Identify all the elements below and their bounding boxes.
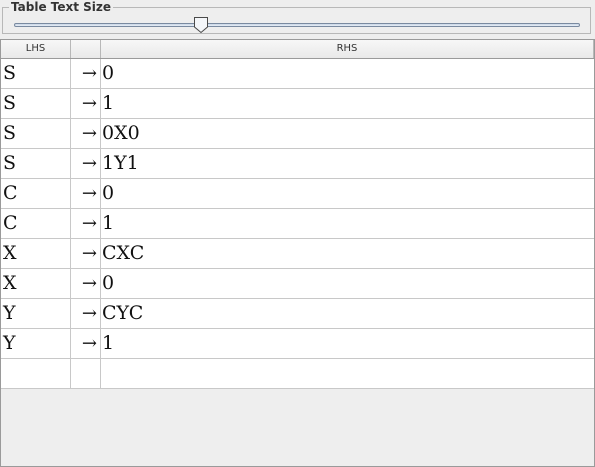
table-row[interactable]: S → 0: [1, 59, 594, 89]
table-header: LHS RHS: [1, 40, 594, 59]
text-size-slider-thumb[interactable]: [193, 16, 209, 34]
arrow-cell[interactable]: →: [71, 239, 101, 268]
table-row[interactable]: Y → CYC: [1, 299, 594, 329]
arrow-cell[interactable]: →: [71, 209, 101, 238]
arrow-cell[interactable]: [71, 359, 101, 388]
lhs-cell[interactable]: S: [1, 59, 71, 88]
lhs-cell[interactable]: S: [1, 89, 71, 118]
arrow-cell[interactable]: →: [71, 59, 101, 88]
table-row[interactable]: S → 1Y1: [1, 149, 594, 179]
rhs-cell[interactable]: CYC: [101, 299, 594, 328]
arrow-cell[interactable]: →: [71, 179, 101, 208]
table-row[interactable]: Y → 1: [1, 329, 594, 359]
lhs-cell[interactable]: C: [1, 209, 71, 238]
lhs-cell[interactable]: S: [1, 119, 71, 148]
arrow-cell[interactable]: →: [71, 329, 101, 358]
table-text-size-panel: Table Text Size: [2, 0, 591, 34]
arrow-cell[interactable]: →: [71, 269, 101, 298]
lhs-cell[interactable]: X: [1, 239, 71, 268]
lhs-cell[interactable]: Y: [1, 299, 71, 328]
column-header-rhs[interactable]: RHS: [101, 40, 594, 58]
text-size-slider-track[interactable]: [14, 23, 580, 27]
lhs-cell[interactable]: X: [1, 269, 71, 298]
rhs-cell[interactable]: 0X0: [101, 119, 594, 148]
rhs-cell[interactable]: 1: [101, 89, 594, 118]
rhs-cell[interactable]: 1Y1: [101, 149, 594, 178]
rhs-cell[interactable]: 0: [101, 269, 594, 298]
rhs-cell[interactable]: 0: [101, 179, 594, 208]
table-row[interactable]: S → 1: [1, 89, 594, 119]
panel-title: Table Text Size: [9, 0, 114, 14]
rhs-cell[interactable]: 1: [101, 209, 594, 238]
rhs-cell[interactable]: 1: [101, 329, 594, 358]
rhs-cell[interactable]: [101, 359, 594, 388]
column-header-arrow[interactable]: [71, 40, 101, 58]
table-row[interactable]: S → 0X0: [1, 119, 594, 149]
lhs-cell[interactable]: [1, 359, 71, 388]
table-row[interactable]: X → 0: [1, 269, 594, 299]
rhs-cell[interactable]: CXC: [101, 239, 594, 268]
arrow-cell[interactable]: →: [71, 119, 101, 148]
arrow-cell[interactable]: →: [71, 149, 101, 178]
table-body: S → 0 S → 1 S → 0X0 S → 1Y1 C → 0 C → 1 X → CXC X → 0 Y → CYC Y → 1: [1, 59, 594, 389]
table-row[interactable]: C → 1: [1, 209, 594, 239]
lhs-cell[interactable]: Y: [1, 329, 71, 358]
lhs-cell[interactable]: S: [1, 149, 71, 178]
column-header-lhs[interactable]: LHS: [1, 40, 71, 58]
table-row[interactable]: C → 0: [1, 179, 594, 209]
lhs-cell[interactable]: C: [1, 179, 71, 208]
arrow-cell[interactable]: →: [71, 89, 101, 118]
table-row[interactable]: X → CXC: [1, 239, 594, 269]
table-row[interactable]: [1, 359, 594, 389]
rhs-cell[interactable]: 0: [101, 59, 594, 88]
grammar-table: LHS RHS S → 0 S → 1 S → 0X0 S → 1Y1 C → 0 C → 1 X → CXC X → 0 Y →…: [0, 39, 595, 467]
arrow-cell[interactable]: →: [71, 299, 101, 328]
